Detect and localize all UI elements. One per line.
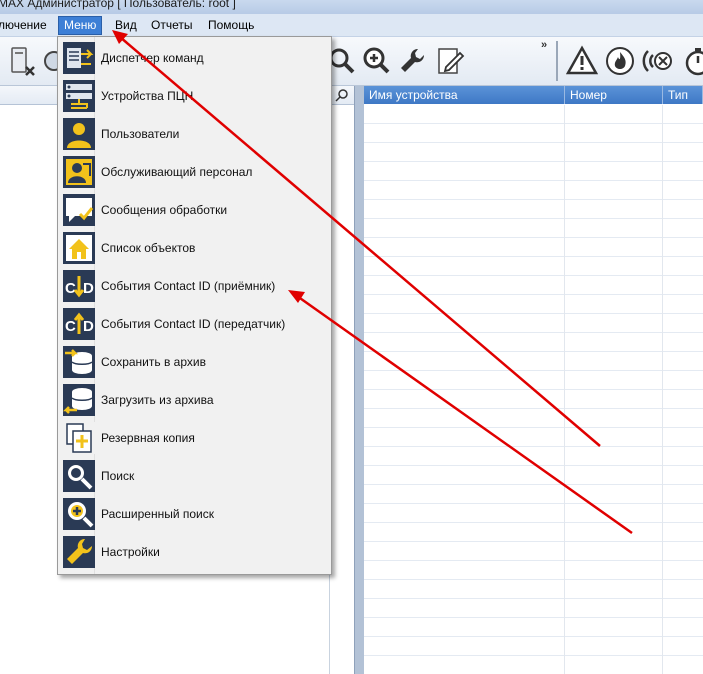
toolbar-wrench-icon[interactable] — [396, 45, 428, 77]
toolbar-advanced-search-icon[interactable] — [360, 45, 392, 77]
menu-item-label: Диспетчер команд — [101, 51, 204, 65]
menu-item-advanced-search[interactable]: Расширенный поиск — [60, 496, 328, 532]
menu-item-service-staff[interactable]: Обслуживающий персонал — [60, 154, 328, 190]
svg-text:C: C — [65, 280, 76, 297]
menu-item-contact-id-receiver[interactable]: CD События Contact ID (приёмник) — [60, 268, 328, 304]
menu-item-processing-messages[interactable]: Сообщения обработки — [60, 192, 328, 228]
menu-item-label: Устройства ПЦН — [101, 89, 194, 103]
signal-cancel-icon[interactable] — [642, 45, 674, 77]
menu-item-label: События Contact ID (приёмник) — [101, 279, 276, 293]
menu-item-label: Список объектов — [101, 241, 196, 255]
toolbar-separator — [556, 41, 558, 81]
service-staff-icon — [63, 156, 95, 188]
search-icon — [63, 460, 95, 492]
menu-item-label: Сохранить в архив — [101, 355, 206, 369]
processing-messages-icon — [63, 194, 95, 226]
users-icon — [63, 118, 95, 150]
table-body[interactable] — [364, 105, 703, 674]
column-type[interactable]: Тип — [663, 86, 703, 104]
main-menu-dropdown: Диспетчер команд Устройства ПЦН Пользова… — [57, 36, 332, 575]
device-remove-icon[interactable] — [6, 45, 38, 77]
menu-item-users[interactable]: Пользователи — [60, 116, 328, 152]
menu-item-backup[interactable]: Резервная копия — [60, 420, 328, 456]
fire-icon[interactable] — [604, 45, 636, 77]
archive-save-icon — [63, 346, 95, 378]
svg-text:D: D — [83, 280, 94, 297]
contact-id-receiver-icon: CD — [63, 270, 95, 302]
menu-item-command-dispatcher[interactable]: Диспетчер команд — [60, 40, 328, 76]
column-number[interactable]: Номер — [565, 86, 663, 104]
menu-item-label: Резервная копия — [101, 431, 195, 445]
menu-main[interactable]: Меню — [58, 16, 103, 35]
menu-item-label: Обслуживающий персонал — [101, 165, 253, 179]
contact-id-transmitter-icon: CD — [63, 308, 95, 340]
command-dispatcher-icon — [63, 42, 95, 74]
menu-item-pcn-devices[interactable]: Устройства ПЦН — [60, 78, 328, 114]
backup-icon — [63, 422, 95, 454]
column-line — [564, 105, 565, 674]
svg-text:C: C — [65, 318, 76, 335]
svg-text:D: D — [83, 318, 94, 335]
menu-item-archive-save[interactable]: Сохранить в архив — [60, 344, 328, 380]
menu-bar: лючение Меню Вид Отчеты Помощь — [0, 14, 703, 37]
column-line — [662, 105, 663, 674]
timer-icon[interactable] — [682, 45, 703, 77]
title-bar: MAX Администратор [ Пользователь: root ] — [0, 0, 703, 14]
advanced-search-icon — [63, 498, 95, 530]
menu-item-search[interactable]: Поиск — [60, 458, 328, 494]
toolbar-overflow[interactable]: » — [541, 39, 547, 51]
menu-item-objects-list[interactable]: Список объектов — [60, 230, 328, 266]
menu-item-label: События Contact ID (передатчик) — [101, 317, 286, 331]
menu-item-label: Поиск — [101, 469, 135, 483]
menu-item-label: Расширенный поиск — [101, 507, 214, 521]
settings-icon — [63, 536, 95, 568]
table-header: Имя устройства Номер Тип — [364, 86, 703, 104]
menu-help[interactable]: Помощь — [208, 17, 254, 34]
menu-item-label: Настройки — [101, 545, 160, 559]
column-device-name[interactable]: Имя устройства — [364, 86, 565, 104]
menu-reports[interactable]: Отчеты — [151, 17, 192, 34]
objects-list-icon — [63, 232, 95, 264]
pcn-devices-icon — [63, 80, 95, 112]
device-table: Имя устройства Номер Тип — [364, 86, 703, 674]
window-title: MAX Администратор [ Пользователь: root ] — [0, 0, 236, 10]
menu-view[interactable]: Вид — [115, 17, 137, 34]
menu-item-contact-id-transmitter[interactable]: CD События Contact ID (передатчик) — [60, 306, 328, 342]
menu-item-label: Пользователи — [101, 127, 180, 141]
pin-icon[interactable] — [334, 87, 350, 103]
menu-connection[interactable]: лючение — [0, 17, 47, 34]
menu-item-label: Сообщения обработки — [101, 203, 228, 217]
menu-item-label: Загрузить из архива — [101, 393, 214, 407]
alarm-warning-icon[interactable] — [565, 45, 599, 77]
menu-item-archive-load[interactable]: Загрузить из архива — [60, 382, 328, 418]
toolbar-edit-icon[interactable] — [434, 45, 466, 77]
menu-item-settings[interactable]: Настройки — [60, 534, 328, 570]
archive-load-icon — [62, 384, 95, 416]
